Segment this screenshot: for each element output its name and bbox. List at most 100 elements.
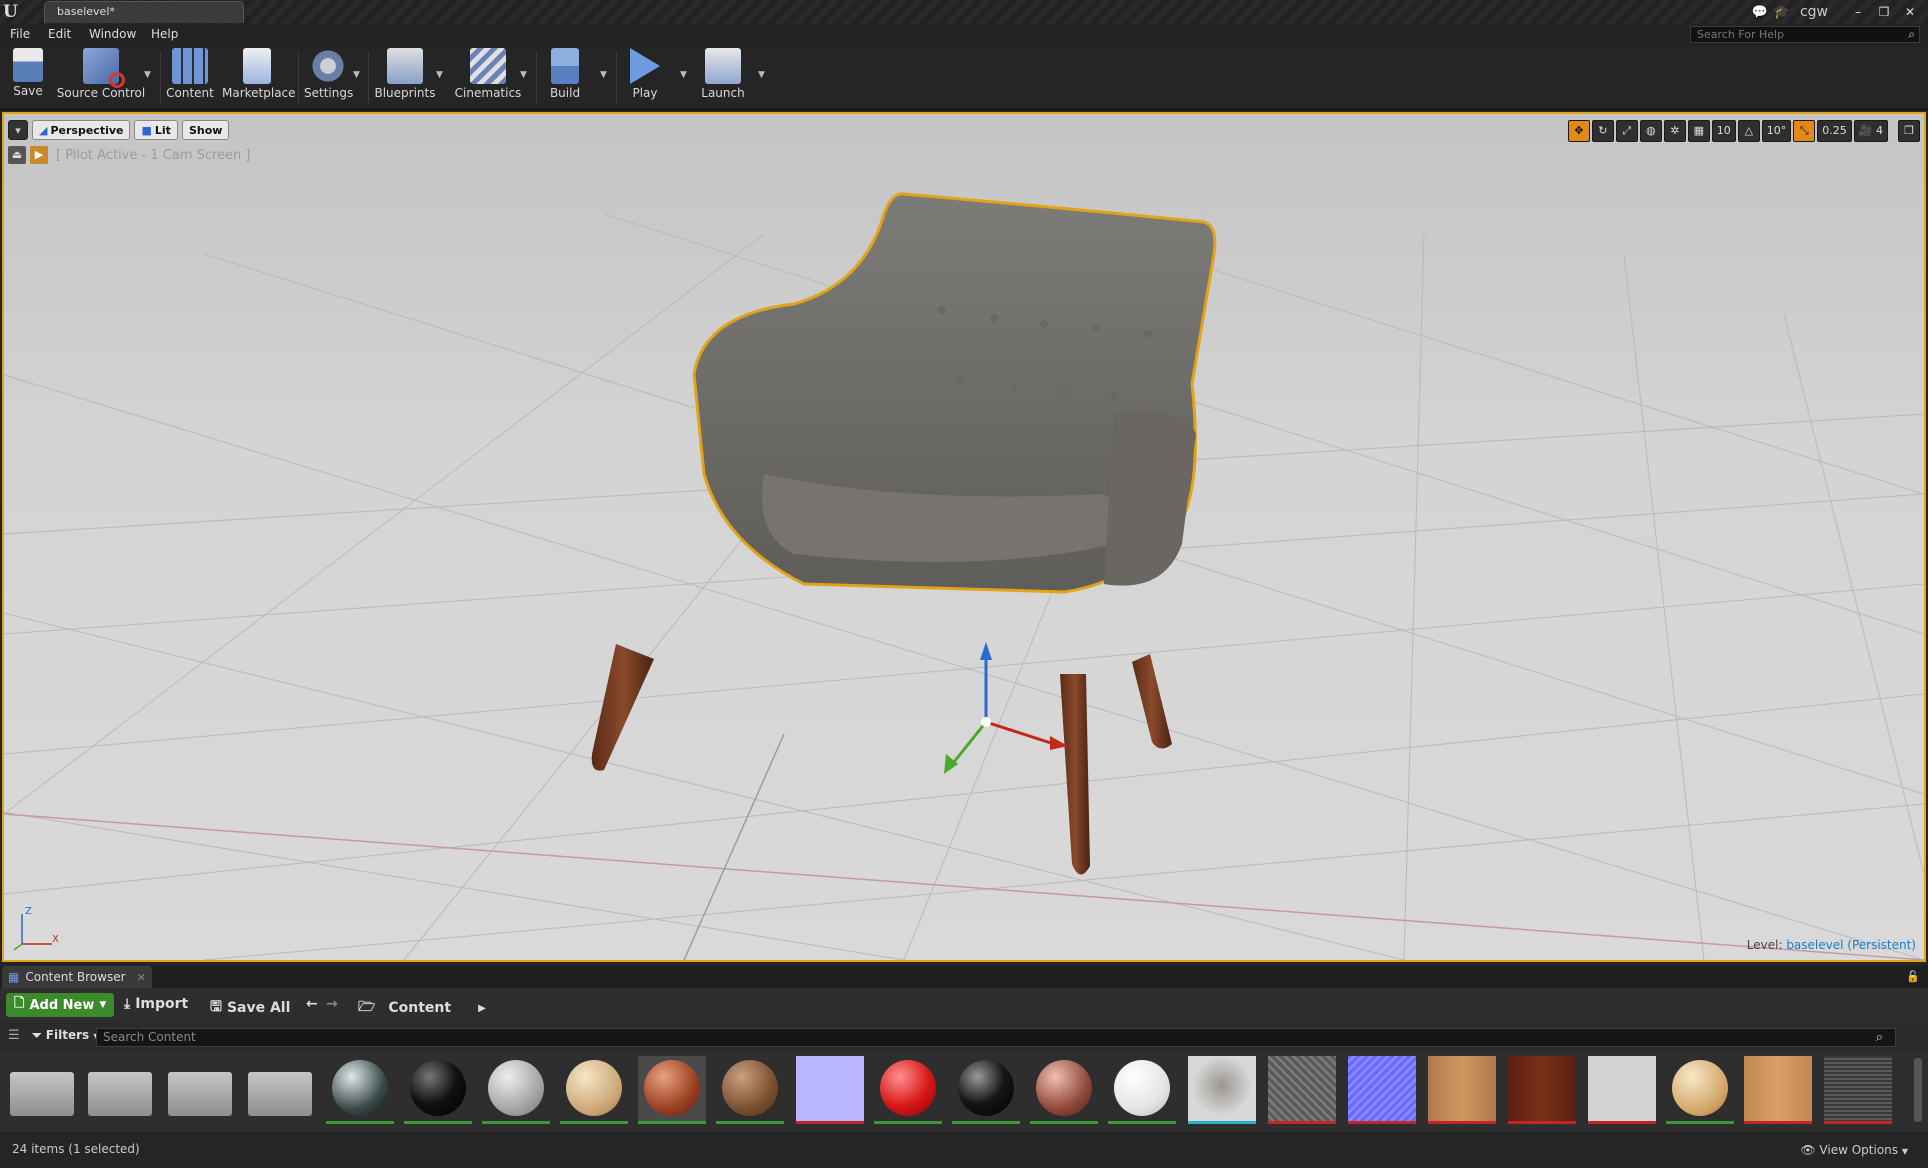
- folder-icon: [248, 1072, 312, 1116]
- translate-mode-icon[interactable]: ✥: [1567, 120, 1590, 142]
- item-count-text: 24 items (1 selected): [12, 1142, 140, 1156]
- sources-panel-icon[interactable]: ☰: [8, 1028, 20, 1043]
- settings-button[interactable]: Settings: [304, 48, 353, 106]
- maximize-viewport-icon[interactable]: ❐: [1898, 120, 1920, 142]
- back-arrow-icon[interactable]: ←: [306, 996, 318, 1012]
- texture-tile[interactable]: [1508, 1056, 1576, 1124]
- texture-tile[interactable]: [1348, 1056, 1416, 1124]
- material-tile[interactable]: [404, 1056, 472, 1124]
- unreal-editor-window: U baselevel* 💬 🎓 cgw – ❐ ✕ File Edit Win…: [0, 0, 1928, 1168]
- texture-tile[interactable]: [1824, 1056, 1892, 1124]
- folder-icon: [10, 1072, 74, 1116]
- launch-dropdown-icon[interactable]: ▼: [758, 70, 765, 80]
- content-button[interactable]: Content: [166, 48, 214, 106]
- level-viewport[interactable]: ▾ ◢ Perspective ■ Lit Show ⏏ ▶ [ Pilot A…: [2, 112, 1926, 962]
- grid-snap-icon[interactable]: ▦: [1687, 120, 1710, 142]
- eject-icon[interactable]: ⏏: [8, 146, 26, 164]
- close-button[interactable]: ✕: [1900, 4, 1920, 20]
- folder-tile[interactable]: [168, 1056, 236, 1124]
- show-button[interactable]: Show: [181, 120, 230, 140]
- rotation-snap-icon[interactable]: △: [1737, 120, 1760, 142]
- material-tile[interactable]: [874, 1056, 942, 1124]
- material-tile[interactable]: [326, 1056, 394, 1124]
- texture-tile[interactable]: [1268, 1056, 1336, 1124]
- asset-list-scrollbar[interactable]: [1914, 1058, 1922, 1122]
- viewport-scene[interactable]: [4, 114, 1924, 960]
- feedback-icon[interactable]: 💬: [1752, 5, 1768, 20]
- play-button[interactable]: Play: [622, 48, 668, 106]
- source-control-dropdown-icon[interactable]: ▼: [144, 70, 151, 80]
- pilot-status-text: [ Pilot Active - 1 Cam Screen ]: [56, 147, 251, 163]
- help-search-input[interactable]: Search For Help ⌕: [1690, 26, 1920, 43]
- material-tile[interactable]: [482, 1056, 550, 1124]
- y-axis-line: [683, 733, 785, 960]
- view-options-button[interactable]: 👁 View Options ▼: [1800, 1143, 1908, 1157]
- filters-button[interactable]: ⏷ Filters ▼: [32, 1028, 100, 1043]
- menu-file[interactable]: File: [10, 27, 30, 41]
- rotate-mode-icon[interactable]: ↻: [1591, 120, 1614, 142]
- scale-snap-value[interactable]: 0.25: [1817, 120, 1852, 142]
- viewport-options-dropdown[interactable]: ▾: [8, 120, 28, 140]
- save-all-button[interactable]: 🖫 Save All: [210, 996, 290, 1020]
- content-browser-tab[interactable]: ▦ Content Browser ✕: [2, 966, 152, 988]
- texture-tile[interactable]: [796, 1056, 864, 1124]
- graduation-cap-icon[interactable]: 🎓: [1774, 5, 1790, 20]
- white-sphere-thumbnail: [1114, 1060, 1170, 1116]
- rotation-snap-value[interactable]: 10°: [1761, 120, 1792, 142]
- build-dropdown-icon[interactable]: ▼: [600, 70, 607, 80]
- level-name[interactable]: baselevel (Persistent): [1786, 938, 1916, 952]
- world-space-icon[interactable]: ◍: [1639, 120, 1662, 142]
- build-button[interactable]: Build: [542, 48, 588, 106]
- save-all-icon: 🖫: [210, 999, 222, 1015]
- add-new-button[interactable]: 🗋 Add New ▼: [6, 993, 115, 1017]
- material-tile[interactable]: [560, 1056, 628, 1124]
- folder-tile[interactable]: [10, 1056, 78, 1124]
- menu-help[interactable]: Help: [151, 27, 178, 41]
- material-tile[interactable]: [1108, 1056, 1176, 1124]
- cinematics-dropdown-icon[interactable]: ▼: [520, 70, 527, 80]
- surface-snap-icon[interactable]: ✲: [1663, 120, 1686, 142]
- search-content-input[interactable]: Search Content ⌕: [96, 1028, 1896, 1047]
- path-content-label[interactable]: Content: [388, 1000, 451, 1016]
- pilot-camera-icon[interactable]: ▶: [30, 146, 48, 164]
- import-button[interactable]: ⤓ Import: [124, 996, 188, 1012]
- search-content-placeholder: Search Content: [103, 1030, 196, 1044]
- material-tile-selected[interactable]: [638, 1056, 706, 1124]
- launch-button[interactable]: Launch: [696, 48, 750, 106]
- perspective-button[interactable]: ◢ Perspective: [32, 120, 131, 140]
- play-dropdown-icon[interactable]: ▼: [680, 70, 687, 80]
- texture-tile[interactable]: [1744, 1056, 1812, 1124]
- grid-snap-value[interactable]: 10: [1711, 120, 1736, 142]
- minimize-button[interactable]: –: [1848, 4, 1868, 20]
- material-tile[interactable]: [952, 1056, 1020, 1124]
- menu-edit[interactable]: Edit: [48, 27, 71, 41]
- save-button[interactable]: Save: [6, 48, 50, 106]
- menu-window[interactable]: Window: [89, 27, 136, 41]
- lock-icon[interactable]: 🔓: [1906, 970, 1920, 983]
- settings-dropdown-icon[interactable]: ▼: [353, 70, 360, 80]
- chevron-right-icon[interactable]: ▶: [478, 1003, 486, 1014]
- source-control-button[interactable]: Source Control: [56, 48, 146, 106]
- forward-arrow-icon[interactable]: →: [326, 996, 338, 1012]
- material-tile[interactable]: [1666, 1056, 1734, 1124]
- lit-button[interactable]: ■ Lit: [134, 120, 178, 140]
- folder-tile[interactable]: [88, 1056, 156, 1124]
- material-tile[interactable]: [1030, 1056, 1098, 1124]
- material-tile[interactable]: [716, 1056, 784, 1124]
- cinematics-button[interactable]: Cinematics: [452, 48, 524, 106]
- path-breadcrumb[interactable]: 🗁 Content ▶: [358, 996, 486, 1020]
- camera-speed-control[interactable]: 🎥 4: [1853, 120, 1888, 142]
- restore-button[interactable]: ❐: [1874, 4, 1894, 20]
- folder-tile[interactable]: [248, 1056, 316, 1124]
- blueprints-button[interactable]: Blueprints: [374, 48, 436, 106]
- level-tab[interactable]: baselevel*: [44, 1, 244, 23]
- scale-mode-icon[interactable]: ⤢: [1615, 120, 1638, 142]
- close-tab-icon[interactable]: ✕: [137, 971, 146, 984]
- chrome-sphere-thumbnail: [332, 1060, 388, 1116]
- static-mesh-tile[interactable]: [1188, 1056, 1256, 1124]
- scale-snap-icon[interactable]: ⤡: [1793, 120, 1816, 142]
- marketplace-button[interactable]: Marketplace: [222, 48, 296, 106]
- blueprints-dropdown-icon[interactable]: ▼: [436, 70, 443, 80]
- texture-tile[interactable]: [1588, 1056, 1656, 1124]
- texture-tile[interactable]: [1428, 1056, 1496, 1124]
